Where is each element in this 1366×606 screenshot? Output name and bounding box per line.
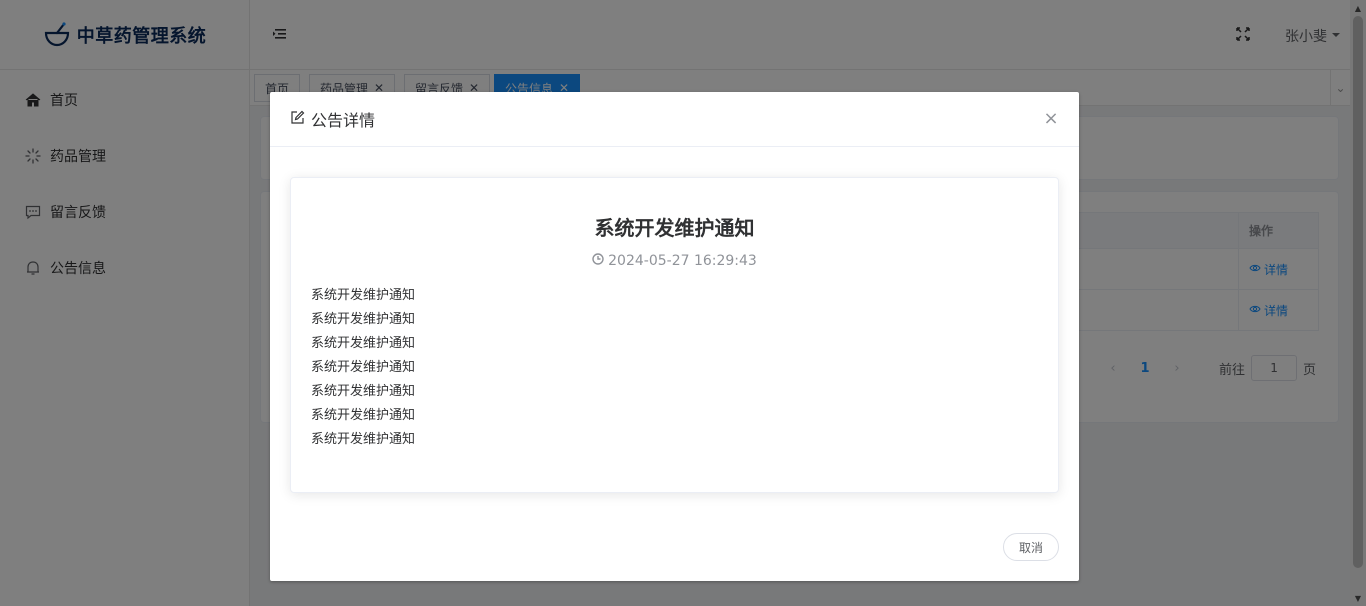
notice-detail-dialog: 公告详情 × 系统开发维护通知 2024-05-27 16:29:43 系统开发… (270, 92, 1079, 581)
dialog-header: 公告详情 × (270, 92, 1079, 147)
cancel-button[interactable]: 取消 (1003, 533, 1059, 561)
close-icon[interactable]: × (1043, 110, 1059, 128)
edit-icon (290, 110, 305, 129)
content-line: 系统开发维护通知 (311, 432, 416, 447)
notice-time: 2024-05-27 16:29:43 (291, 253, 1058, 269)
notice-detail-card: 系统开发维护通知 2024-05-27 16:29:43 系统开发维护通知 系统… (290, 177, 1059, 493)
notice-title: 系统开发维护通知 (594, 216, 755, 240)
notice-content: 系统开发维护通知 系统开发维护通知 系统开发维护通知 系统开发维护通知 系统开发… (311, 284, 415, 452)
content-line: 系统开发维护通知 (311, 408, 416, 423)
dialog-title-text: 公告详情 (311, 111, 376, 130)
content-line: 系统开发维护通知 (311, 312, 416, 327)
content-line: 系统开发维护通知 (311, 384, 416, 399)
content-line: 系统开发维护通知 (311, 360, 416, 375)
clock-icon (592, 253, 604, 269)
notice-time-text: 2024-05-27 16:29:43 (608, 253, 757, 269)
content-line: 系统开发维护通知 (311, 336, 416, 351)
content-line: 系统开发维护通知 (311, 288, 416, 303)
dialog-title: 公告详情 (290, 107, 375, 131)
